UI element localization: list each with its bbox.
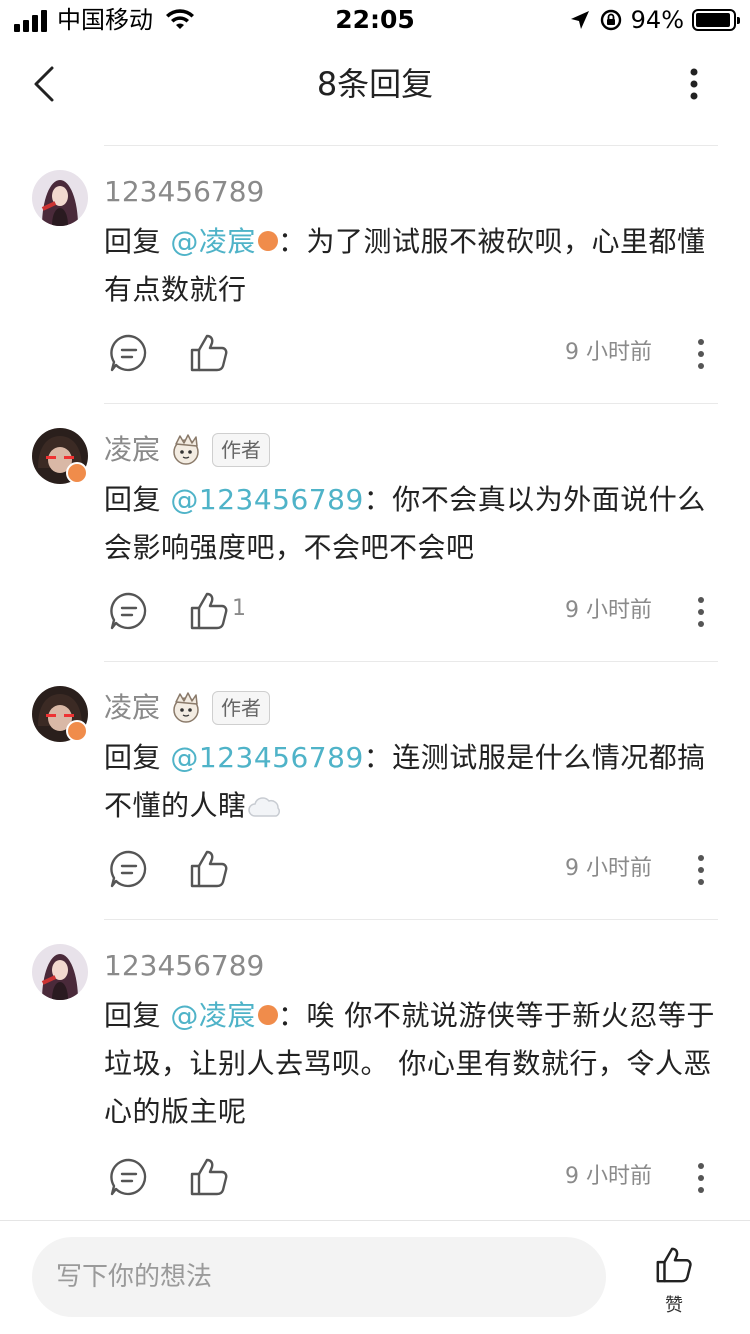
status-right: 94% — [569, 6, 740, 34]
reply-comment-icon[interactable] — [108, 1156, 150, 1198]
battery-percent: 94% — [630, 6, 684, 34]
thumbs-up-icon[interactable] — [188, 848, 230, 890]
author-tag: 作者 — [212, 691, 271, 725]
reply-prefix: 回复 — [104, 225, 162, 258]
reply-separator: ： — [363, 741, 393, 774]
reply-comment-icon[interactable] — [108, 332, 150, 374]
reply-prefix: 回复 — [104, 741, 162, 774]
mention-link[interactable]: @123456789 — [170, 483, 363, 516]
comment-input[interactable]: 写下你的想法 — [32, 1237, 606, 1317]
reply-prefix: 回复 — [104, 999, 162, 1032]
nav-header: 8条回复 — [0, 44, 750, 124]
thumbs-up-icon[interactable] — [188, 332, 230, 374]
like-label: 赞 — [665, 1295, 683, 1316]
comment-time: 9 小时前 — [565, 598, 652, 623]
mention-link[interactable]: @凌宸 — [170, 999, 256, 1032]
mention-link[interactable]: @凌宸 — [170, 225, 256, 258]
comment-time: 9 小时前 — [565, 340, 652, 365]
bottom-input-bar: 写下你的想法 赞 — [0, 1220, 750, 1334]
like-button[interactable]: 赞 — [646, 1245, 702, 1325]
comment-actions: 9 小时前 — [104, 1156, 718, 1200]
comment-author-row: 凌宸 作者 — [104, 432, 271, 468]
reply-comment-icon[interactable] — [108, 848, 150, 890]
mention-link[interactable]: @123456789 — [170, 741, 363, 774]
comment-actions: 9 小时前 — [104, 332, 718, 376]
comment-actions: 1 9 小时前 — [104, 590, 718, 634]
comment-username[interactable]: 凌宸 — [104, 690, 160, 726]
comment-more-icon[interactable] — [696, 594, 706, 630]
comment-author-row: 凌宸 作者 — [104, 690, 271, 726]
thumbs-up-icon[interactable] — [188, 590, 230, 632]
comment-actions: 9 小时前 — [104, 848, 718, 892]
user-badge-icon — [257, 231, 278, 251]
avatar[interactable] — [32, 170, 88, 226]
cloud-emoji-icon — [247, 797, 280, 817]
reply-separator: ： — [277, 999, 307, 1032]
author-tag: 作者 — [212, 433, 271, 467]
comment-username[interactable]: 123456789 — [104, 948, 264, 984]
comment-text: 回复 @凌宸 ：唉 你不就说游侠等于新火忍等于垃圾，让别人去骂呗。 你心里有数就行… — [104, 992, 724, 1136]
comment-more-icon[interactable] — [696, 1160, 706, 1196]
thumbs-up-icon[interactable] — [188, 1156, 230, 1198]
more-vertical-icon[interactable] — [684, 64, 704, 104]
reply-separator: ： — [277, 225, 307, 258]
character-title-icon — [173, 692, 199, 723]
reply-comment-icon[interactable] — [108, 590, 150, 632]
thumbs-up-icon — [656, 1247, 692, 1283]
avatar-badge-icon — [66, 720, 88, 742]
divider — [104, 403, 718, 404]
comment-text: 回复 @123456789：连测试服是什么情况都搞不懂的人瞎 — [104, 734, 724, 830]
divider — [104, 919, 718, 920]
divider — [104, 661, 718, 662]
battery-icon — [692, 9, 740, 31]
comment-username[interactable]: 凌宸 — [104, 432, 160, 468]
location-arrow-icon — [570, 11, 589, 29]
like-count: 1 — [232, 596, 246, 621]
user-badge-icon — [257, 1005, 278, 1025]
reply-prefix: 回复 — [104, 483, 162, 516]
reply-separator: ： — [363, 483, 393, 516]
avatar[interactable] — [32, 944, 88, 1000]
avatar-badge-icon — [66, 462, 88, 484]
comment-text: 回复 @123456789：你不会真以为外面说什么会影响强度吧，不会吧不会吧 — [104, 476, 724, 572]
comment-time: 9 小时前 — [565, 1164, 652, 1189]
comment-username[interactable]: 123456789 — [104, 174, 264, 210]
rotation-lock-icon — [600, 9, 621, 31]
battery-fill — [696, 13, 730, 27]
comment-more-icon[interactable] — [696, 336, 706, 372]
character-title-icon — [173, 434, 199, 465]
page-title: 8条回复 — [316, 65, 434, 103]
input-placeholder: 写下你的想法 — [56, 1262, 213, 1292]
status-bar: 中国移动 22:05 94% — [0, 0, 750, 40]
comment-text: 回复 @凌宸 ：为了测试服不被砍呗，心里都懂有点数就行 — [104, 218, 724, 314]
comment-time: 9 小时前 — [565, 856, 652, 881]
comment-more-icon[interactable] — [696, 852, 706, 888]
divider — [104, 145, 718, 146]
